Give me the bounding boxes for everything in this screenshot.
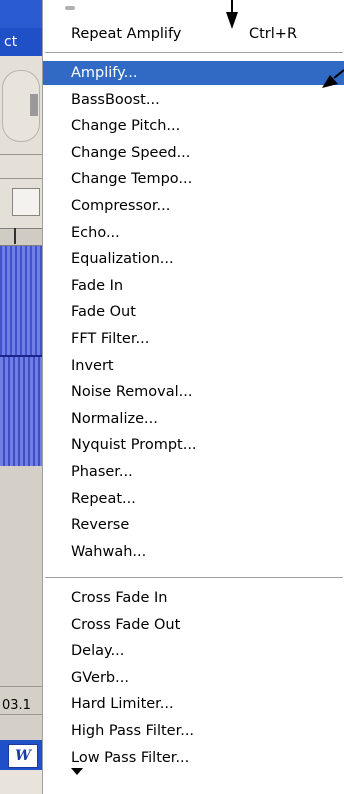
menu-item-repeat[interactable]: Repeat... <box>43 487 344 511</box>
menu-item-label: Fade Out <box>71 304 136 321</box>
menu-item-label: Normalize... <box>71 410 158 427</box>
menu-item-label: Reverse <box>71 517 130 534</box>
menu-item-change-speed[interactable]: Change Speed... <box>43 141 344 165</box>
zoom-tool-button[interactable] <box>12 188 40 216</box>
menu-item-label: Echo... <box>71 224 120 241</box>
divider <box>0 154 42 155</box>
menu-item-reverse[interactable]: Reverse <box>43 513 344 537</box>
menu-item-shortcut: Ctrl+R <box>249 26 298 42</box>
menu-item-nyquist-prompt[interactable]: Nyquist Prompt... <box>43 433 344 457</box>
menu-item-label: Compressor... <box>71 198 171 214</box>
menu-item-label: Hard Limiter... <box>71 696 174 713</box>
menu-item-label: Noise Removal... <box>71 384 193 401</box>
time-readout: 03.1 <box>2 698 31 713</box>
menu-item-noise-removal[interactable]: Noise Removal... <box>43 380 344 404</box>
menu-item-fft-filter[interactable]: FFT Filter... <box>43 327 344 351</box>
waveform-upper <box>0 246 42 356</box>
effect-menu: Repeat Amplify Ctrl+R Amplify... BassBoos… <box>42 0 344 794</box>
menu-item-label: BassBoost... <box>71 91 160 108</box>
waveform-lower <box>0 356 42 466</box>
menu-item-label: Change Pitch... <box>71 118 181 135</box>
menu-item-bassboost[interactable]: BassBoost... <box>43 88 344 112</box>
ruler-tick <box>14 228 16 244</box>
menu-bar-fragment: ct <box>4 34 18 50</box>
menu-item-label: Cross Fade Out <box>71 616 181 633</box>
divider <box>0 714 42 715</box>
menu-item-label: Repeat Amplify <box>71 26 182 42</box>
menu-item-fade-out[interactable]: Fade Out <box>43 300 344 324</box>
menu-item-cross-fade-out[interactable]: Cross Fade Out <box>43 613 344 637</box>
background-app-window: ct 03.1 W <box>0 0 42 794</box>
menu-item-label: Invert <box>71 357 114 374</box>
word-app-icon[interactable]: W <box>8 744 38 768</box>
menu-item-label: FFT Filter... <box>71 331 150 347</box>
title-bar <box>0 0 42 28</box>
knob-indicator <box>30 94 38 116</box>
menu-item-label: Equalization... <box>71 251 174 268</box>
menu-item-wahwah[interactable]: Wahwah... <box>43 540 344 564</box>
menu-item-label: Amplify... <box>71 65 138 81</box>
menu-item-label: Wahwah... <box>71 543 147 560</box>
menu-item-label: Delay... <box>71 643 125 660</box>
menu-item-delay[interactable]: Delay... <box>43 639 344 663</box>
timeline-ruler[interactable] <box>0 228 42 246</box>
waveform-centerline <box>0 355 42 357</box>
menu-item-gverb[interactable]: GVerb... <box>43 666 344 690</box>
menu-item-cross-fade-in[interactable]: Cross Fade In <box>43 586 344 610</box>
menu-item-label: Change Tempo... <box>71 171 193 188</box>
menu-item-change-pitch[interactable]: Change Pitch... <box>43 114 344 138</box>
menu-item-fade-in[interactable]: Fade In <box>43 274 344 298</box>
menu-item-repeat-amplify[interactable]: Repeat Amplify Ctrl+R <box>43 22 344 46</box>
divider <box>0 178 42 179</box>
menu-item-normalize[interactable]: Normalize... <box>43 407 344 431</box>
menu-item-label: Cross Fade In <box>71 590 168 606</box>
menu-item-label: Change Speed... <box>71 144 191 161</box>
menu-item-label: Nyquist Prompt... <box>71 437 197 454</box>
menu-item-label: Repeat... <box>71 490 136 507</box>
menu-item-low-pass-filter[interactable]: Low Pass Filter... <box>43 746 344 770</box>
menu-separator <box>45 577 343 579</box>
menu-item-high-pass-filter[interactable]: High Pass Filter... <box>43 719 344 743</box>
menu-item-label: GVerb... <box>71 669 129 686</box>
empty-track-area <box>0 466 42 716</box>
menu-item-compressor[interactable]: Compressor... <box>43 194 344 218</box>
scroll-up-icon[interactable] <box>65 6 75 10</box>
menu-item-label: High Pass Filter... <box>71 723 195 739</box>
divider <box>0 686 42 687</box>
menu-item-hard-limiter[interactable]: Hard Limiter... <box>43 692 344 716</box>
menu-item-amplify[interactable]: Amplify... <box>43 61 344 85</box>
taskbar-lower <box>0 770 42 794</box>
menu-item-equalization[interactable]: Equalization... <box>43 247 344 271</box>
menu-separator <box>45 52 343 54</box>
menu-item-label: Low Pass Filter... <box>71 749 190 766</box>
menu-item-change-tempo[interactable]: Change Tempo... <box>43 167 344 191</box>
menu-item-echo[interactable]: Echo... <box>43 221 344 245</box>
menu-item-invert[interactable]: Invert <box>43 354 344 378</box>
menu-item-label: Fade In <box>71 277 124 294</box>
menu-item-phaser[interactable]: Phaser... <box>43 460 344 484</box>
menu-item-label: Phaser... <box>71 464 133 480</box>
